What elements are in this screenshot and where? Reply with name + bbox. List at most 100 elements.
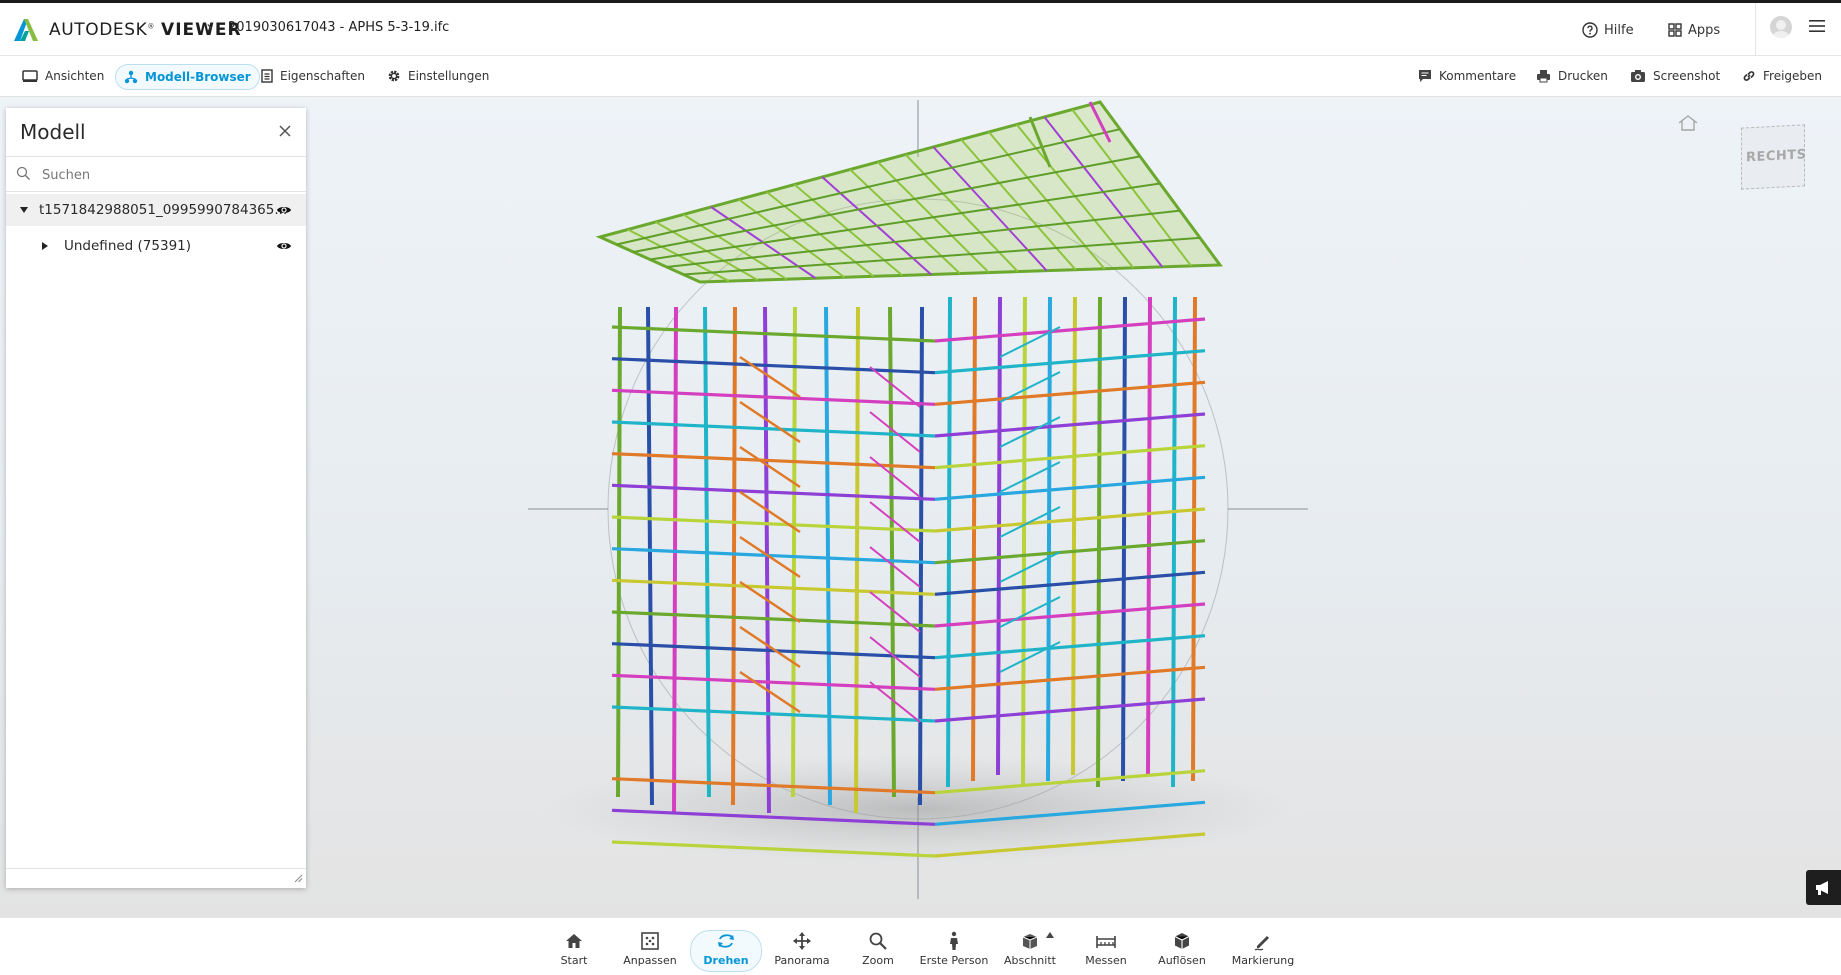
viewcube-home-icon[interactable] xyxy=(1677,114,1699,132)
steel-beam xyxy=(611,452,936,470)
pan-button[interactable]: Panorama xyxy=(764,918,840,975)
apps-label: Apps xyxy=(1688,22,1721,38)
explode-icon xyxy=(1174,933,1190,949)
announcement-button[interactable] xyxy=(1806,870,1841,905)
link-icon xyxy=(1743,71,1755,81)
orbit-button[interactable]: Drehen xyxy=(688,918,764,975)
apps-grid-icon xyxy=(1668,23,1682,37)
properties-button[interactable]: Eigenschaften xyxy=(253,64,373,88)
fit-icon xyxy=(641,932,659,950)
markup-button[interactable]: Markierung xyxy=(1225,918,1301,975)
markup-label: Markierung xyxy=(1231,954,1295,967)
search-input[interactable] xyxy=(40,164,294,186)
fit-button[interactable]: Anpassen xyxy=(612,918,688,975)
properties-label: Eigenschaften xyxy=(280,69,366,83)
home-icon xyxy=(566,934,582,948)
help-label: Hilfe xyxy=(1604,22,1634,38)
measure-button[interactable]: Messen xyxy=(1068,918,1144,975)
section-button[interactable]: Abschnitt xyxy=(992,918,1068,975)
hamburger-menu-icon[interactable] xyxy=(1809,19,1825,33)
steel-beam xyxy=(611,515,936,533)
steel-column xyxy=(672,306,678,814)
file-name: 2019030617043 - APHS 5-3-19.ifc xyxy=(228,20,450,35)
comments-button[interactable]: Kommentare xyxy=(1410,64,1524,88)
tree-row-root[interactable]: t1571842988051_0995990784365... xyxy=(6,194,306,226)
steel-brace xyxy=(739,625,801,669)
section-label: Abschnitt xyxy=(1004,954,1056,967)
eye-icon[interactable] xyxy=(276,240,292,252)
search-icon xyxy=(16,166,30,180)
model-browser-panel: Modell t1571842988051_0995990784365... U… xyxy=(6,108,306,888)
orbit-circle xyxy=(607,198,1229,820)
close-icon[interactable] xyxy=(278,124,292,138)
app-header: AUTODESK® VIEWER › 2019030617043 - APHS … xyxy=(0,3,1841,56)
zoom-label: Zoom xyxy=(862,954,894,967)
section-icon xyxy=(1022,934,1038,949)
screenshot-label: Screenshot xyxy=(1653,69,1721,83)
caret-right-icon[interactable] xyxy=(40,241,50,251)
measure-icon xyxy=(1096,936,1116,948)
steel-column xyxy=(1046,296,1052,782)
panel-search xyxy=(6,156,306,192)
zoom-icon xyxy=(869,932,887,950)
eye-icon[interactable] xyxy=(276,204,292,216)
settings-button[interactable]: Einstellungen xyxy=(379,64,497,88)
steel-beam xyxy=(934,665,1206,691)
help-button[interactable]: Hilfe xyxy=(1582,17,1634,43)
zoom-button[interactable]: Zoom xyxy=(840,918,916,975)
steel-beam xyxy=(611,325,936,343)
person-icon xyxy=(950,931,958,950)
views-label: Ansichten xyxy=(45,69,105,83)
steel-brace xyxy=(869,591,921,633)
pan-label: Panorama xyxy=(774,954,830,967)
caret-down-icon[interactable] xyxy=(19,205,29,215)
steel-brace xyxy=(739,490,801,534)
views-button[interactable]: Ansichten xyxy=(14,64,112,88)
orbit-icon xyxy=(718,934,734,948)
explode-label: Auflösen xyxy=(1158,954,1206,967)
orbit-label: Drehen xyxy=(703,954,749,967)
caret-up-icon[interactable] xyxy=(1046,932,1054,938)
resize-handle-icon[interactable] xyxy=(294,874,303,883)
steel-column xyxy=(1121,296,1127,782)
breadcrumb-chevron-icon: › xyxy=(206,17,214,38)
model-browser-button[interactable]: Modell-Browser xyxy=(115,64,260,90)
apps-button[interactable]: Apps xyxy=(1668,17,1720,43)
steel-column xyxy=(1096,296,1102,788)
panel-footer xyxy=(6,868,306,889)
share-button[interactable]: Freigeben xyxy=(1734,64,1830,88)
comments-label: Kommentare xyxy=(1439,69,1517,83)
start-label: Start xyxy=(560,954,588,967)
steel-brace xyxy=(869,546,921,588)
explode-button[interactable]: Auflösen xyxy=(1144,918,1220,975)
steel-column xyxy=(1191,296,1197,782)
comment-icon xyxy=(1419,70,1431,82)
steel-structure-model[interactable] xyxy=(595,100,1223,858)
markup-icon xyxy=(1254,936,1269,951)
help-icon xyxy=(1582,22,1598,38)
steel-beam xyxy=(611,578,936,596)
first-person-button[interactable]: Erste Person xyxy=(916,918,992,975)
start-button[interactable]: Start xyxy=(536,918,612,975)
views-icon xyxy=(22,70,38,82)
camera-icon xyxy=(1631,70,1645,82)
steel-beam xyxy=(611,388,936,406)
tree-row-label: t1571842988051_0995990784365... xyxy=(39,202,288,218)
steel-beam xyxy=(611,483,936,501)
print-label: Drucken xyxy=(1558,69,1608,83)
screenshot-button[interactable]: Screenshot xyxy=(1622,64,1728,88)
steel-brace xyxy=(739,445,801,489)
viewcube[interactable]: RECHTS xyxy=(1741,124,1807,190)
print-button[interactable]: Drucken xyxy=(1528,64,1616,88)
steel-brace xyxy=(869,501,921,543)
tree-row-undefined[interactable]: Undefined (75391) xyxy=(6,230,306,262)
autodesk-logo xyxy=(14,19,38,41)
header-divider xyxy=(1755,3,1756,55)
steel-column xyxy=(791,306,797,798)
navigation-toolbar: Start Anpassen Drehen Panorama Zoom Erst… xyxy=(0,917,1841,975)
properties-icon xyxy=(261,69,273,83)
settings-label: Einstellungen xyxy=(408,69,490,83)
tree-row-label: Undefined (75391) xyxy=(64,238,192,254)
user-avatar[interactable] xyxy=(1770,16,1792,38)
steel-column xyxy=(824,306,832,806)
